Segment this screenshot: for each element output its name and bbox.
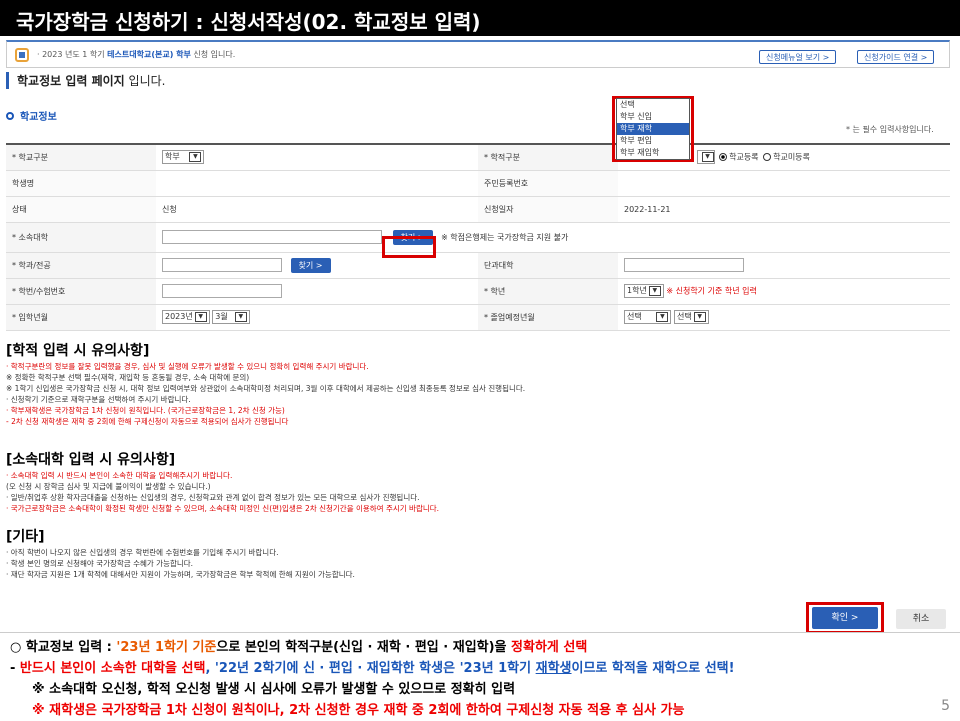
- univ-note: ※ 학점은행제는 국가장학금 지원 불가: [441, 232, 569, 242]
- student-no-input[interactable]: [162, 284, 282, 298]
- univ-input[interactable]: [162, 230, 382, 244]
- top-notice-bar: · 2023 년도 1 학기 테스트대학교(본교) 학부 신청 입니다. 신청메…: [6, 40, 950, 68]
- enroll-type-label: * 학적구분: [478, 144, 618, 171]
- note-line: · 일반/취업후 상환 학자금대출을 신청하는 신입생의 경우, 신청학교와 관…: [6, 493, 420, 502]
- univ-label: * 소속대학: [6, 222, 156, 253]
- note-line: · 학부재학생은 국가장학금 1차 신청이 원칙입니다. (국가근로장학금은 1…: [6, 406, 285, 415]
- status-label: 상태: [6, 196, 156, 223]
- grad-month-select[interactable]: 선택 ▼: [674, 310, 709, 324]
- notes-enrollment-title: [학적 입력 시 유의사항]: [6, 343, 150, 359]
- note-line: · 소속대학 입력 시 반드시 본인이 소속한 대학을 입력해주시기 바랍니다.: [6, 471, 233, 480]
- notes-university: [소속대학 입력 시 유의사항] · 소속대학 입력 시 반드시 본인이 소속한…: [6, 452, 440, 514]
- slide-title: 국가장학금 신청하기 : 신청서작성(02. 학교정보 입력): [0, 0, 960, 36]
- semester-notice: · 2023 년도 1 학기 테스트대학교(본교) 학부 신청 입니다.: [37, 50, 236, 59]
- dropdown-option[interactable]: 학부 신입: [617, 111, 689, 123]
- rrn-label: 주민등록번호: [478, 170, 618, 197]
- grade-select[interactable]: 1학년 ▼: [624, 284, 664, 298]
- grade-note: ※ 신청학기 기준 학년 입력: [666, 286, 757, 296]
- student-name-label: 학생명: [6, 170, 156, 197]
- highlight-box-find: [382, 236, 436, 258]
- instruction-line-3: ※ 소속대학 오신청, 학적 오신청 발생 시 심사에 오류가 발생할 수 있으…: [32, 682, 516, 697]
- rrn-value: [618, 170, 950, 197]
- instruction-panel: ○ 학교정보 입력 : '23년 1학기 기준으로 본인의 학적구분(신입 · …: [0, 632, 960, 720]
- required-note: * 는 필수 입력사항입니다.: [846, 125, 934, 134]
- enroll-type-select[interactable]: ▼: [696, 150, 715, 165]
- note-line: · 학생 본인 명의로 신청해야 국가장학금 수혜가 가능합니다.: [6, 559, 194, 568]
- note-line: · 학적구분란의 정보를 잘못 입력했을 경우, 심사 및 실행에 오류가 발생…: [6, 362, 369, 371]
- note-line: · 국가근로장학금은 소속대학이 확정된 학생만 신청할 수 있으며, 소속대학…: [6, 504, 440, 513]
- school-type-select[interactable]: 학부 ▼: [162, 150, 205, 165]
- notes-university-title: [소속대학 입력 시 유의사항]: [6, 452, 176, 468]
- page-number: 5: [941, 698, 950, 714]
- enroll-registered-radio[interactable]: [719, 153, 728, 162]
- notes-etc-title: [기타]: [6, 529, 45, 545]
- circle-icon: [6, 111, 14, 120]
- enroll-type-dropdown[interactable]: 선택 학부 신입 학부 재학 학부 편입 학부 재입학: [616, 98, 690, 160]
- school-type-label: * 학교구분: [6, 144, 156, 171]
- logo-icon: [15, 47, 29, 62]
- student-name-value: [156, 170, 478, 197]
- apply-date-value: 2022-11-21: [618, 196, 950, 223]
- enroll-unregistered-radio[interactable]: [763, 153, 772, 162]
- note-line: ※ 1학기 신입생은 국가장학금 신청 시, 대학 정보 입력여부와 상관없이 …: [6, 384, 526, 393]
- dept-label: * 학과/전공: [6, 252, 156, 279]
- college-input[interactable]: [624, 258, 744, 272]
- note-line: - 2차 신청 재학생은 재학 중 2회에 한해 구제신청이 자동으로 적용되어…: [6, 417, 289, 426]
- highlight-box-confirm: [806, 602, 884, 634]
- dropdown-option[interactable]: 학부 재학: [617, 123, 689, 135]
- notes-etc: [기타] · 아직 학번이 나오지 않은 신입생의 경우 학번란에 수험번호를 …: [6, 529, 355, 580]
- dept-input[interactable]: [162, 258, 282, 272]
- student-no-label: * 학번/수험번호: [6, 278, 156, 305]
- note-line: · 아직 학번이 나오지 않은 신입생의 경우 학번란에 수험번호를 기입해 주…: [6, 548, 279, 557]
- enroll-unregistered-label: 학교미등록: [773, 152, 810, 162]
- grade-label: * 학년: [478, 278, 618, 305]
- manual-button[interactable]: 신청메뉴얼 보기 >: [759, 50, 837, 64]
- dropdown-option[interactable]: 학부 편입: [617, 135, 689, 147]
- enroll-registered-label: 학교등록: [729, 152, 759, 162]
- entry-month-select[interactable]: 3월 ▼: [212, 310, 250, 324]
- note-line: (오 신청 시 장학금 심사 및 지급에 불이익이 발생할 수 있습니다.): [6, 482, 211, 491]
- page-heading: 학교정보 입력 페이지 입니다.: [6, 72, 165, 89]
- notes-enrollment: [학적 입력 시 유의사항] · 학적구분란의 정보를 잘못 입력했을 경우, …: [6, 343, 526, 427]
- note-line: · 신청학기 기준으로 재학구분을 선택하여 주시기 바랍니다.: [6, 395, 191, 404]
- dropdown-option[interactable]: 선택: [617, 99, 689, 111]
- entry-label: * 입학년월: [6, 304, 156, 331]
- college-label: 단과대학: [478, 252, 618, 279]
- school-info-form: * 학교구분 학부 ▼ * 학적구분 ▼ 학교등록 학교미등록 학생명 주민등록…: [6, 143, 950, 331]
- grad-label: * 졸업예정년월: [478, 304, 618, 331]
- grad-year-select[interactable]: 선택 ▼: [624, 310, 672, 324]
- cancel-button[interactable]: 취소: [896, 609, 946, 629]
- instruction-line-4: ※ 재학생은 국가장학금 1차 신청이 원칙이나, 2차 신청한 경우 재학 중…: [32, 703, 685, 718]
- dropdown-option[interactable]: 학부 재입학: [617, 147, 689, 159]
- note-line: · 재단 학자금 지원은 1개 학적에 대해서만 지원이 가능하며, 국가장학금…: [6, 570, 355, 579]
- instruction-line-2: - 반드시 본인이 소속한 대학을 선택, '22년 2학기에 신 · 편입 ·…: [10, 661, 735, 676]
- apply-date-label: 신청일자: [478, 196, 618, 223]
- dept-find-button[interactable]: 찾기 >: [290, 257, 331, 273]
- entry-year-select[interactable]: 2023년 ▼: [162, 310, 210, 324]
- section-label: 학교정보: [6, 108, 57, 123]
- instruction-line-1: ○ 학교정보 입력 : '23년 1학기 기준으로 본인의 학적구분(신입 · …: [10, 640, 588, 655]
- note-line: ※ 정확한 학적구분 선택 필수(재학, 재입학 등 혼동될 경우, 소속 대학…: [6, 373, 250, 382]
- status-value: 신청: [156, 196, 478, 223]
- guide-button[interactable]: 신청가이드 연결 >: [857, 50, 935, 64]
